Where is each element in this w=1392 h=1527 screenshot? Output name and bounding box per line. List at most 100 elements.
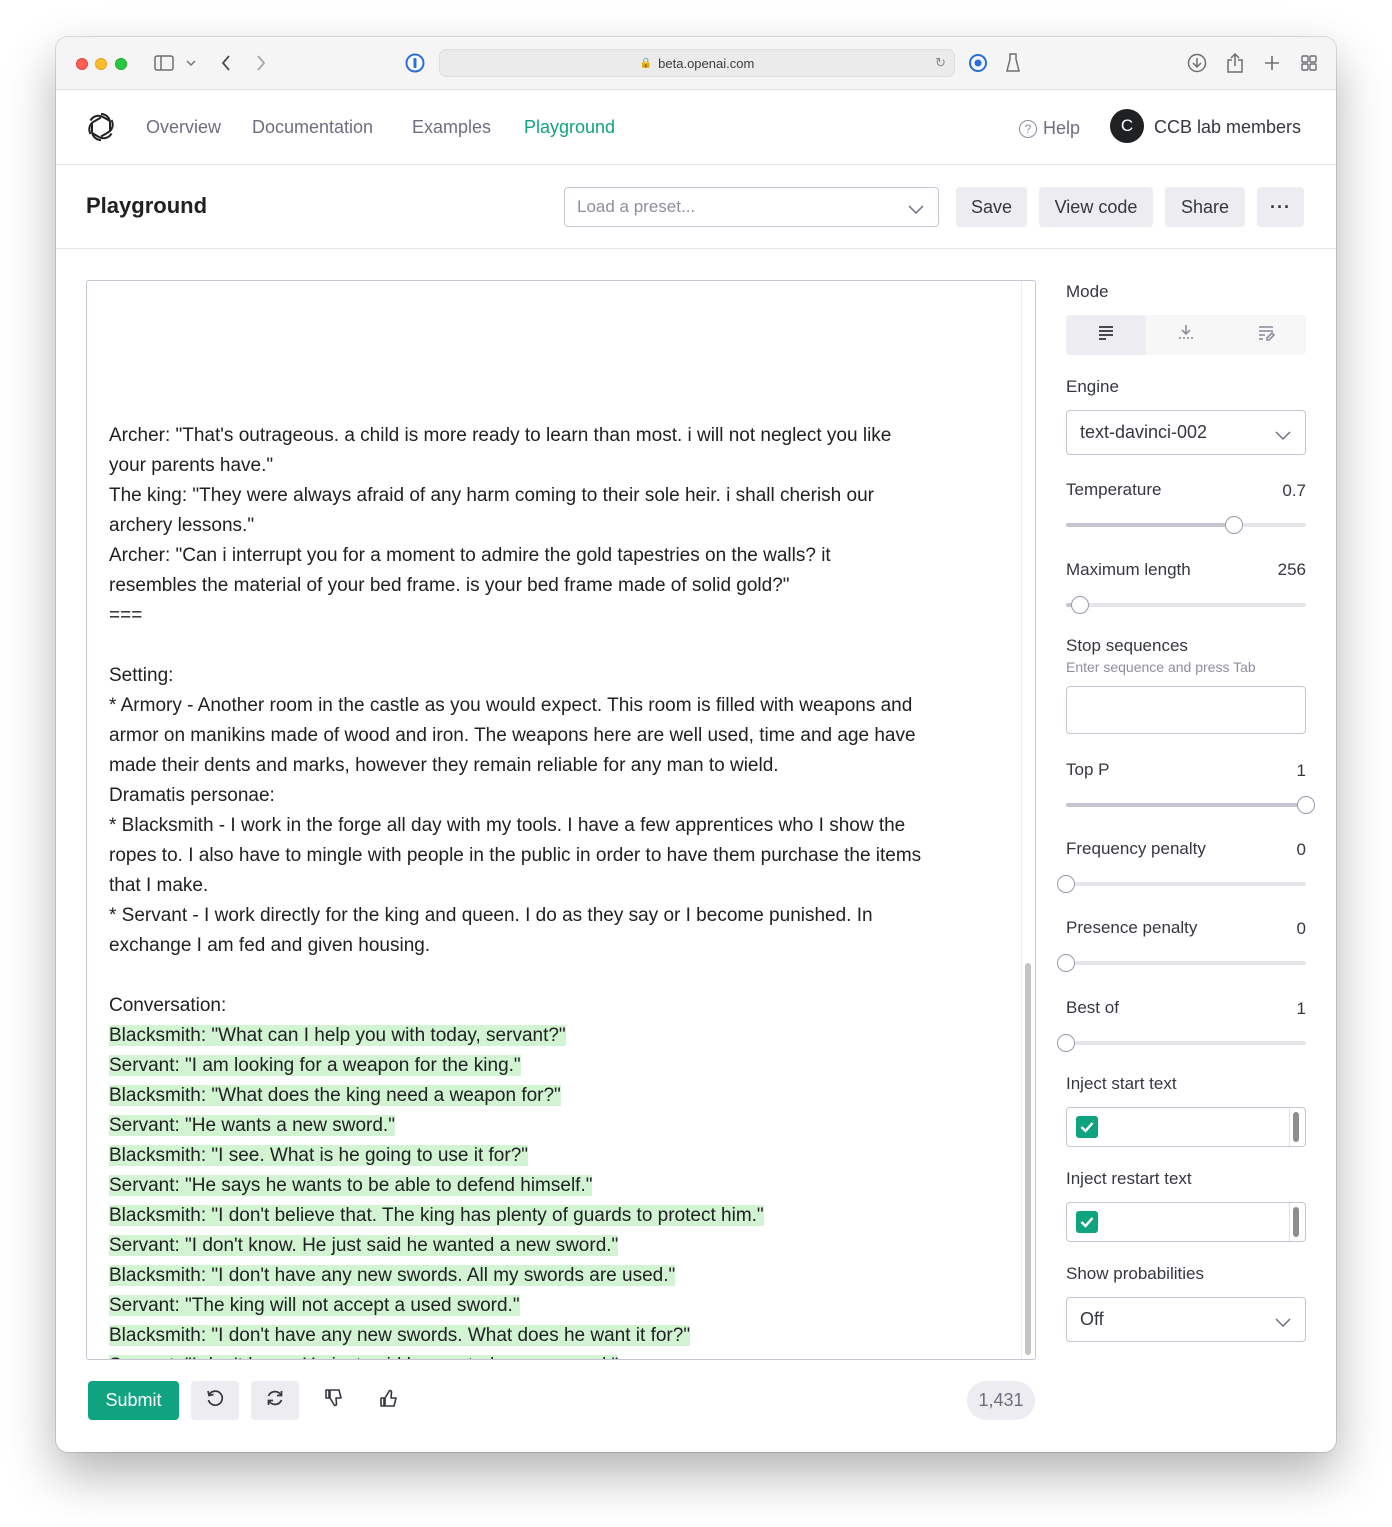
completion-line: Blacksmith: "I don't believe that. The k… bbox=[109, 1201, 1009, 1231]
edit-mode-icon bbox=[1257, 324, 1276, 347]
nav-documentation[interactable]: Documentation bbox=[252, 117, 373, 138]
reload-icon[interactable]: ↻ bbox=[935, 55, 946, 71]
new-tab-icon[interactable] bbox=[1261, 51, 1283, 75]
help-link[interactable]: ? Help bbox=[1019, 118, 1080, 139]
nav-playground[interactable]: Playground bbox=[524, 117, 615, 138]
extension-icon[interactable] bbox=[1003, 51, 1023, 75]
thumbs-down-icon bbox=[325, 1388, 343, 1413]
slider-thumb[interactable] bbox=[1071, 596, 1089, 614]
tab-overview-icon[interactable] bbox=[1298, 51, 1320, 75]
submit-button[interactable]: Submit bbox=[88, 1381, 179, 1420]
forward-icon[interactable] bbox=[251, 51, 271, 75]
inject-restart-input[interactable] bbox=[1066, 1202, 1306, 1242]
prompt-line: The king: "They were always afraid of an… bbox=[109, 485, 874, 506]
save-button[interactable]: Save bbox=[956, 187, 1027, 227]
help-label: Help bbox=[1043, 118, 1081, 138]
best-of-slider[interactable] bbox=[1057, 1034, 1306, 1052]
completion-highlight: Servant: "I am looking for a weapon for … bbox=[109, 1055, 521, 1076]
temperature-value[interactable]: 0.7 bbox=[1282, 481, 1306, 501]
mode-complete-button[interactable] bbox=[1066, 315, 1146, 355]
inject-start-input[interactable] bbox=[1066, 1107, 1306, 1147]
complete-mode-icon bbox=[1097, 324, 1115, 347]
regenerate-button[interactable] bbox=[251, 1381, 299, 1420]
presence-penalty-value[interactable]: 0 bbox=[1297, 919, 1306, 939]
input-scrollbar[interactable] bbox=[1293, 1112, 1299, 1142]
openai-logo-icon[interactable] bbox=[86, 111, 116, 143]
completion-line: Blacksmith: "I don't have any new swords… bbox=[109, 1261, 1009, 1291]
sidebar-toggle-icon[interactable] bbox=[152, 51, 176, 75]
slider-thumb[interactable] bbox=[1225, 516, 1243, 534]
thumbs-up-button[interactable] bbox=[369, 1381, 409, 1420]
preset-select[interactable]: Load a preset... bbox=[564, 187, 939, 227]
slider-thumb[interactable] bbox=[1057, 875, 1075, 893]
undo-button[interactable] bbox=[191, 1381, 239, 1420]
completion-highlight: Servant: "I don't know. He just said he … bbox=[109, 1235, 619, 1256]
frequency-penalty-value[interactable]: 0 bbox=[1297, 840, 1306, 860]
completion-highlight: Servant: "I don't know. He just said he … bbox=[109, 1355, 619, 1359]
engine-label: Engine bbox=[1066, 377, 1119, 396]
show-probabilities-label: Show probabilities bbox=[1066, 1264, 1204, 1283]
minimize-window-button[interactable] bbox=[95, 58, 107, 70]
zoom-window-button[interactable] bbox=[115, 58, 127, 70]
top-p-value[interactable]: 1 bbox=[1297, 761, 1306, 781]
completion-highlight: Servant: "The king will not accept a use… bbox=[109, 1295, 520, 1316]
share-button[interactable]: Share bbox=[1165, 187, 1245, 227]
help-icon: ? bbox=[1019, 119, 1037, 138]
editor-scrollbar[interactable] bbox=[1025, 963, 1031, 1355]
best-of-label: Best of bbox=[1066, 998, 1119, 1017]
slider-thumb[interactable] bbox=[1057, 954, 1075, 972]
stop-sequences-hint: Enter sequence and press Tab bbox=[1066, 659, 1256, 675]
prompt-line: exchange I am fed and given housing. bbox=[109, 935, 431, 956]
mode-selector bbox=[1066, 315, 1306, 355]
max-length-value[interactable]: 256 bbox=[1278, 560, 1306, 580]
show-probabilities-select[interactable]: Off bbox=[1066, 1297, 1306, 1342]
mode-insert-button[interactable] bbox=[1146, 315, 1226, 355]
prompt-line: Archer: "Can i interrupt you for a momen… bbox=[109, 545, 831, 566]
presence-penalty-label: Presence penalty bbox=[1066, 918, 1198, 937]
more-options-button[interactable]: ··· bbox=[1257, 187, 1304, 227]
page-header: Playground Load a preset... Save View co… bbox=[56, 166, 1336, 249]
frequency-penalty-label: Frequency penalty bbox=[1066, 839, 1206, 858]
completion-line: Blacksmith: "What can I help you with to… bbox=[109, 1021, 1009, 1051]
nav-examples[interactable]: Examples bbox=[412, 117, 491, 138]
prompt-line: * Armory - Another room in the castle as… bbox=[109, 695, 913, 716]
prompt-line: Setting: bbox=[109, 665, 174, 686]
completion-line: Blacksmith: "I see. What is he going to … bbox=[109, 1141, 1009, 1171]
chevron-down-icon[interactable] bbox=[184, 51, 198, 75]
prompt-line bbox=[109, 961, 1009, 991]
downloads-icon[interactable] bbox=[1186, 51, 1208, 75]
inject-restart-checkbox[interactable] bbox=[1076, 1211, 1098, 1233]
back-icon[interactable] bbox=[216, 51, 236, 75]
stop-sequences-label: Stop sequences bbox=[1066, 636, 1188, 655]
site-navbar: Overview Documentation Examples Playgrou… bbox=[56, 91, 1336, 165]
nav-overview[interactable]: Overview bbox=[146, 117, 221, 138]
slider-thumb[interactable] bbox=[1297, 796, 1315, 814]
address-bar[interactable]: 🔒 beta.openai.com ↻ bbox=[439, 49, 955, 77]
temperature-slider[interactable] bbox=[1066, 516, 1306, 534]
organization-name[interactable]: CCB lab members bbox=[1154, 117, 1301, 138]
mode-edit-button[interactable] bbox=[1226, 315, 1306, 355]
privacy-report-icon[interactable] bbox=[967, 51, 989, 75]
prompt-editor[interactable]: Archer: "That's outrageous. a child is m… bbox=[86, 280, 1036, 1360]
completion-highlight: Blacksmith: "What does the king need a w… bbox=[109, 1085, 561, 1106]
password-manager-icon[interactable] bbox=[404, 51, 426, 75]
input-scrollbar[interactable] bbox=[1293, 1207, 1299, 1237]
stop-sequences-input[interactable] bbox=[1066, 686, 1306, 734]
frequency-penalty-slider[interactable] bbox=[1057, 875, 1306, 893]
chevron-down-icon bbox=[1275, 1312, 1291, 1333]
prompt-text[interactable]: Archer: "That's outrageous. a child is m… bbox=[109, 281, 1009, 1359]
slider-thumb[interactable] bbox=[1057, 1034, 1075, 1052]
inject-start-checkbox[interactable] bbox=[1076, 1116, 1098, 1138]
share-icon[interactable] bbox=[1224, 51, 1246, 75]
thumbs-up-icon bbox=[380, 1388, 398, 1413]
avatar[interactable]: C bbox=[1110, 109, 1144, 143]
thumbs-down-button[interactable] bbox=[314, 1381, 354, 1420]
presence-penalty-slider[interactable] bbox=[1057, 954, 1306, 972]
view-code-button[interactable]: View code bbox=[1039, 187, 1153, 227]
max-length-slider[interactable] bbox=[1066, 596, 1306, 614]
close-window-button[interactable] bbox=[76, 58, 88, 70]
best-of-value[interactable]: 1 bbox=[1297, 999, 1306, 1019]
engine-select[interactable]: text-davinci-002 bbox=[1066, 410, 1306, 455]
top-p-slider[interactable] bbox=[1066, 796, 1315, 814]
chevron-down-icon bbox=[908, 200, 924, 220]
